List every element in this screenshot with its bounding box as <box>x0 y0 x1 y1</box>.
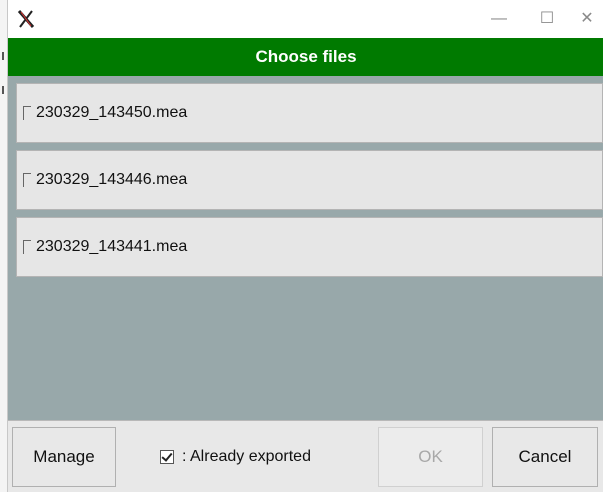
x-app-icon <box>17 10 35 28</box>
ok-button[interactable]: OK <box>378 427 483 487</box>
edge-mark <box>2 52 4 60</box>
already-exported-legend: : Already exported <box>160 427 311 487</box>
checked-checkbox-icon <box>160 450 174 464</box>
file-list: 230329_143450.mea 230329_143446.mea 2303… <box>8 76 603 420</box>
footer-bar: Manage : Already exported OK Cancel <box>8 420 603 492</box>
file-item[interactable]: 230329_143446.mea <box>16 150 603 210</box>
file-name: 230329_143446.mea <box>36 171 188 188</box>
manage-button[interactable]: Manage <box>12 427 116 487</box>
file-checkbox[interactable] <box>23 173 31 187</box>
minimize-icon[interactable]: — <box>486 6 512 32</box>
file-item[interactable]: 230329_143450.mea <box>16 83 603 143</box>
legend-label: : Already exported <box>182 448 311 465</box>
file-name: 230329_143441.mea <box>36 238 188 255</box>
choose-files-window: — ☐ ✕ Choose files 230329_143450.mea 230… <box>7 0 603 492</box>
file-checkbox[interactable] <box>23 106 31 120</box>
cancel-button[interactable]: Cancel <box>492 427 598 487</box>
file-checkbox[interactable] <box>23 240 31 254</box>
left-screen-edge <box>0 0 7 492</box>
close-icon[interactable]: ✕ <box>574 6 600 32</box>
file-item[interactable]: 230329_143441.mea <box>16 217 603 277</box>
maximize-icon[interactable]: ☐ <box>534 6 560 32</box>
edge-mark <box>2 86 4 94</box>
dialog-title: Choose files <box>8 38 603 76</box>
file-name: 230329_143450.mea <box>36 104 188 121</box>
title-bar[interactable]: — ☐ ✕ <box>8 0 603 38</box>
